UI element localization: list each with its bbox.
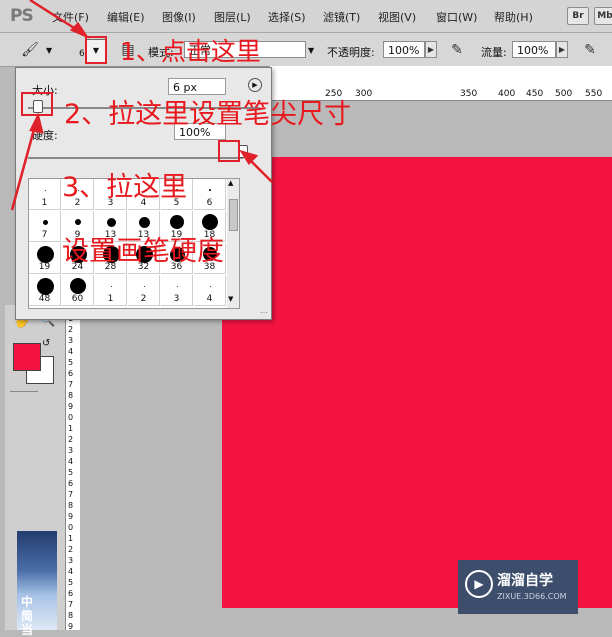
arrow-head-3 (239, 149, 259, 165)
arrow-head-1 (69, 22, 90, 39)
annotation-step-3a: 3、拉这里 (62, 172, 188, 203)
arrow-line-2 (10, 121, 38, 211)
annotation-step-3b: 设置画笔硬度 (62, 236, 224, 267)
arrow-head-2 (29, 112, 44, 134)
annotation-step-1: 1、点击这里 (120, 37, 261, 66)
annotation-step-2: 2、拉这里设置笔尖尺寸 (64, 99, 352, 130)
